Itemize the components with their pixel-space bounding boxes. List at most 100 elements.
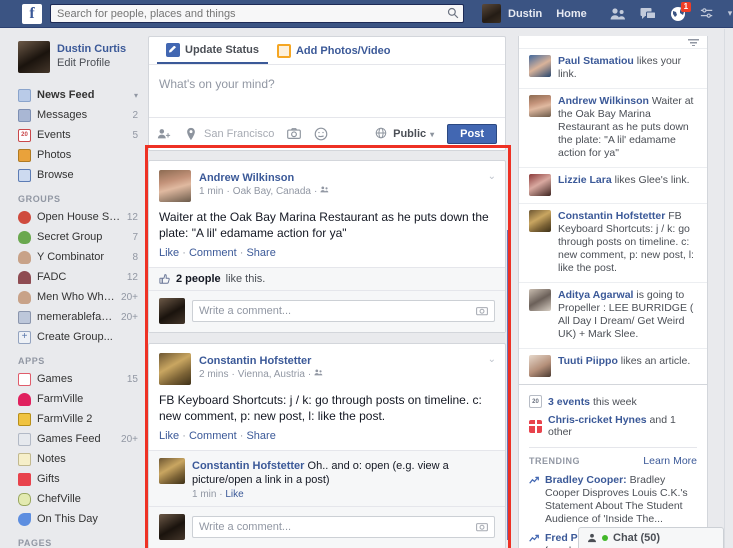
ticker-item[interactable]: Paul Stamatiou likes your link. — [519, 48, 707, 88]
trending-topic[interactable]: Bradley Cooper: — [545, 474, 627, 486]
sidebar-item-chefville[interactable]: ChefVille — [0, 489, 146, 509]
sidebar-item-messages[interactable]: Messages 2 — [0, 105, 146, 125]
chevron-down-icon[interactable]: ▾ — [134, 91, 138, 100]
ticker-avatar[interactable] — [529, 174, 551, 196]
sidebar-item-memerablefashion[interactable]: memerablefashio... 20+ — [0, 307, 146, 327]
search-input[interactable] — [50, 4, 464, 23]
post-button[interactable]: Post — [447, 124, 497, 144]
sidebar-item-on-this-day[interactable]: On This Day — [0, 509, 146, 529]
nav-home-link[interactable]: Home — [549, 8, 594, 20]
chat-bar[interactable]: Chat (50) — [578, 527, 724, 548]
ticker-item[interactable]: Constantin Hofstetter FB Keyboard Shortc… — [519, 203, 707, 282]
messages-icon[interactable] — [640, 6, 656, 22]
sidebar-item-fadc[interactable]: FADC 12 — [0, 267, 146, 287]
ticker-name[interactable]: Aditya Agarwal — [558, 289, 633, 301]
events-count[interactable]: 3 events — [548, 396, 590, 408]
sidebar-item-open-house[interactable]: Open House Supp... 12 — [0, 207, 146, 227]
post-share-button[interactable]: Share — [246, 247, 275, 259]
sidebar-item-games-feed[interactable]: Games Feed 20+ — [0, 429, 146, 449]
user-avatar[interactable] — [482, 4, 501, 23]
birthday-name[interactable]: Chris-cricket Hynes — [548, 414, 647, 426]
comment-author-avatar[interactable] — [159, 458, 185, 484]
ticker-avatar[interactable] — [529, 210, 551, 232]
ticker-avatar[interactable] — [529, 55, 551, 77]
tab-update-status[interactable]: Update Status — [157, 37, 268, 64]
comment-like-button[interactable]: Like — [225, 489, 243, 500]
current-user-avatar — [159, 514, 185, 540]
ticker-name[interactable]: Lizzie Lara — [558, 174, 612, 186]
post-place[interactable]: Vienna, Austria — [238, 368, 305, 382]
ticker-avatar[interactable] — [529, 355, 551, 377]
post-like-button[interactable]: Like — [159, 430, 179, 442]
privacy-selector[interactable]: Public ▾ — [375, 127, 434, 141]
camera-icon[interactable] — [476, 521, 488, 533]
nav-user-name[interactable]: Dustin — [501, 8, 549, 20]
events-and-trending-panel: 20 3 events this week Chris-cricket Hyne… — [518, 385, 708, 548]
camera-icon[interactable] — [476, 305, 488, 317]
sidebar-profile[interactable]: Dustin Curtis Edit Profile — [0, 37, 146, 79]
post-comment-button[interactable]: Comment — [189, 247, 237, 259]
ticker-name[interactable]: Andrew Wilkinson — [558, 95, 649, 107]
tab-add-photos-video[interactable]: Add Photos/Video — [268, 37, 400, 64]
profile-name[interactable]: Dustin Curtis — [57, 43, 126, 56]
edit-profile-link[interactable]: Edit Profile — [57, 56, 126, 70]
sidebar-item-browse[interactable]: Browse — [0, 165, 146, 185]
ticker-item[interactable]: Andrew Wilkinson Waiter at the Oak Bay M… — [519, 88, 707, 167]
ticker-name[interactable]: Tuuti Piippo — [558, 355, 618, 367]
sidebar-item-create-group[interactable]: + Create Group... — [0, 327, 146, 347]
post-author-avatar[interactable] — [159, 170, 191, 202]
ticker-avatar[interactable] — [529, 95, 551, 117]
sidebar-item-games[interactable]: Games 15 — [0, 369, 146, 389]
notifications-icon[interactable]: 1 — [670, 6, 686, 22]
location-pin-icon[interactable] — [184, 127, 198, 141]
post-place[interactable]: Oak Bay, Canada — [233, 185, 311, 199]
post-options-chevron-down-icon[interactable]: ⌄ — [488, 171, 496, 182]
ticker-item[interactable]: Lizzie Lara likes Glee's link. — [519, 167, 707, 203]
search-box[interactable] — [50, 4, 464, 23]
post-like-button[interactable]: Like — [159, 247, 179, 259]
sidebar-item-farmville[interactable]: FarmVille — [0, 389, 146, 409]
camera-icon[interactable] — [287, 127, 301, 141]
sidebar-item-count: 20+ — [121, 434, 138, 445]
ticker-name[interactable]: Paul Stamatiou — [558, 55, 634, 67]
birthdays-row[interactable]: Chris-cricket Hynes and 1 other — [529, 411, 697, 441]
sidebar-item-news-feed[interactable]: News Feed ▾ — [0, 85, 146, 105]
friend-requests-icon[interactable] — [610, 6, 626, 22]
chevron-down-icon[interactable]: ▾ — [728, 8, 733, 19]
tag-friends-icon[interactable] — [157, 127, 171, 141]
ticker-item[interactable]: Aditya Agarwal is going to Propeller : L… — [519, 282, 707, 348]
post-options-chevron-down-icon[interactable]: ⌄ — [488, 354, 496, 365]
write-comment-input[interactable]: Write a comment... — [192, 516, 495, 538]
sidebar-item-photos[interactable]: Photos — [0, 145, 146, 165]
like-count[interactable]: 2 people — [176, 273, 221, 285]
sidebar-item-secret-group[interactable]: Secret Group 7 — [0, 227, 146, 247]
news-feed-list: Andrew Wilkinson 1 min · Oak Bay, Canada… — [148, 160, 506, 548]
sidebar-item-y-combinator[interactable]: Y Combinator 8 — [0, 247, 146, 267]
composer-textarea[interactable]: What's on your mind? — [149, 65, 505, 117]
post-author-avatar[interactable] — [159, 353, 191, 385]
trending-item[interactable]: Bradley Cooper: Bradley Cooper Disproves… — [529, 471, 697, 529]
write-comment-input[interactable]: Write a comment... — [192, 300, 495, 322]
profile-avatar[interactable] — [18, 41, 50, 73]
privacy-shortcuts-icon[interactable] — [700, 6, 716, 22]
ticker-resize-handle[interactable] — [519, 36, 707, 48]
comment-author-name[interactable]: Constantin Hofstetter — [192, 460, 304, 472]
ticker-avatar[interactable] — [529, 289, 551, 311]
sidebar-item-farmville-2[interactable]: FarmVille 2 — [0, 409, 146, 429]
sidebar-item-gifts[interactable]: Gifts — [0, 469, 146, 489]
events-row[interactable]: 20 3 events this week — [529, 392, 697, 411]
post-comment-button[interactable]: Comment — [189, 430, 237, 442]
trending-learn-more-link[interactable]: Learn More — [643, 455, 697, 467]
post-author-name[interactable]: Andrew Wilkinson — [199, 171, 329, 185]
sidebar-item-events[interactable]: 20 Events 5 — [0, 125, 146, 145]
post-share-button[interactable]: Share — [246, 430, 275, 442]
post-author-name[interactable]: Constantin Hofstetter — [199, 354, 323, 368]
ticker-name[interactable]: Constantin Hofstetter — [558, 210, 665, 222]
facebook-logo-icon[interactable]: f — [22, 4, 42, 24]
sidebar-item-notes[interactable]: Notes — [0, 449, 146, 469]
page-scrollbar-rail[interactable] — [724, 29, 733, 548]
composer-location-text[interactable]: San Francisco — [204, 128, 274, 140]
ticker-item[interactable]: Tuuti Piippo likes an article. — [519, 348, 707, 384]
emoji-icon[interactable] — [314, 127, 328, 141]
sidebar-item-men-who-whiskey[interactable]: Men Who Whiskey 20+ — [0, 287, 146, 307]
